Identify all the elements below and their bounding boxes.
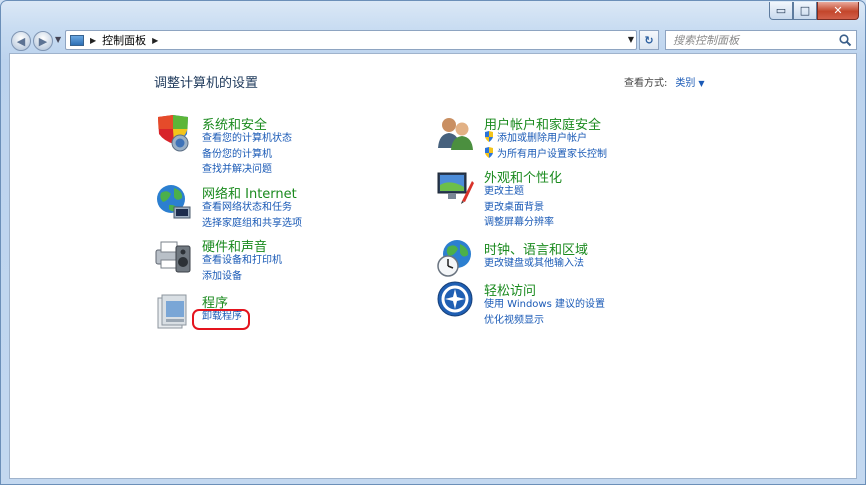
link-text: 为所有用户设置家长控制 xyxy=(497,148,607,160)
link-devices-printers[interactable]: 查看设备和打印机 xyxy=(202,253,282,269)
uac-shield-icon xyxy=(485,146,493,158)
minimize-button[interactable]: ▭ xyxy=(769,2,793,20)
search-placeholder: 搜索控制面板 xyxy=(673,34,739,47)
refresh-button[interactable]: ↻ xyxy=(639,30,659,50)
link-parental-controls[interactable]: 为所有用户设置家长控制 xyxy=(484,146,607,163)
uac-shield-icon xyxy=(485,131,493,142)
maximize-button[interactable]: □ xyxy=(793,2,817,20)
forward-arrow-icon: ▶ xyxy=(38,34,48,48)
view-by: 查看方式: 类别 ▼ xyxy=(624,74,705,89)
link-backup-computer[interactable]: 备份您的计算机 xyxy=(202,147,292,163)
search-input[interactable]: 搜索控制面板 xyxy=(665,30,857,50)
accessibility-icon xyxy=(437,281,473,317)
link-view-computer-status[interactable]: 查看您的计算机状态 xyxy=(202,131,292,147)
link-change-background[interactable]: 更改桌面背景 xyxy=(484,200,554,216)
control-panel-window: ▭ □ ✕ ◀ ▶ ▼ ▶ 控制面板 ▶ ▼ ↻ 搜索控制面板 调整计算机的设置… xyxy=(0,0,866,485)
link-change-theme[interactable]: 更改主题 xyxy=(484,184,554,200)
link-screen-resolution[interactable]: 调整屏幕分辨率 xyxy=(484,215,554,231)
refresh-icon: ↻ xyxy=(644,33,654,47)
breadcrumb-chevron-icon[interactable]: ▶ xyxy=(152,36,158,45)
close-button[interactable]: ✕ xyxy=(817,2,859,20)
programs-icon xyxy=(157,294,187,329)
breadcrumb-control-panel[interactable]: 控制面板 xyxy=(102,32,146,48)
link-add-remove-accounts[interactable]: 添加或删除用户帐户 xyxy=(484,131,607,147)
back-button[interactable]: ◀ xyxy=(11,31,31,51)
control-panel-icon xyxy=(70,34,84,46)
link-change-input-method[interactable]: 更改键盘或其他输入法 xyxy=(484,256,584,272)
back-arrow-icon: ◀ xyxy=(16,34,26,48)
shield-computer-icon xyxy=(158,115,189,152)
address-bar[interactable]: ▶ 控制面板 ▶ ▼ xyxy=(65,30,637,50)
link-windows-recommended-settings[interactable]: 使用 Windows 建议的设置 xyxy=(484,297,605,313)
breadcrumb-chevron-icon[interactable]: ▶ xyxy=(90,36,96,45)
history-dropdown-icon[interactable]: ▼ xyxy=(55,35,61,44)
users-icon xyxy=(438,118,473,150)
link-add-device[interactable]: 添加设备 xyxy=(202,269,282,285)
link-view-network-status[interactable]: 查看网络状态和任务 xyxy=(202,200,302,216)
globe-clock-icon xyxy=(437,240,471,277)
address-dropdown-icon[interactable]: ▼ xyxy=(628,35,634,44)
view-by-category-link[interactable]: 类别 xyxy=(675,78,695,89)
address-row: ◀ ▶ ▼ ▶ 控制面板 ▶ ▼ ↻ 搜索控制面板 xyxy=(1,28,865,52)
link-troubleshoot[interactable]: 查找并解决问题 xyxy=(202,162,292,178)
network-globe-icon xyxy=(157,185,191,219)
view-by-dropdown-icon[interactable]: ▼ xyxy=(698,79,704,88)
link-text: 添加或删除用户帐户 xyxy=(497,133,587,144)
view-by-label: 查看方式: xyxy=(624,78,668,89)
content-pane: 调整计算机的设置 查看方式: 类别 ▼ 系统和安全 查看您的计算机状态 备份您的计算… xyxy=(9,53,857,479)
link-homegroup-sharing[interactable]: 选择家庭组和共享选项 xyxy=(202,216,302,232)
link-optimize-display[interactable]: 优化视频显示 xyxy=(484,313,605,329)
forward-button[interactable]: ▶ xyxy=(33,31,53,51)
red-highlight-annotation xyxy=(192,309,250,330)
monitor-paint-icon xyxy=(437,172,474,204)
printer-speaker-icon xyxy=(155,241,191,273)
page-title: 调整计算机的设置 xyxy=(154,76,259,91)
title-bar: ▭ □ ✕ xyxy=(1,1,865,27)
search-icon[interactable] xyxy=(838,33,852,47)
caption-buttons: ▭ □ ✕ xyxy=(769,2,859,20)
